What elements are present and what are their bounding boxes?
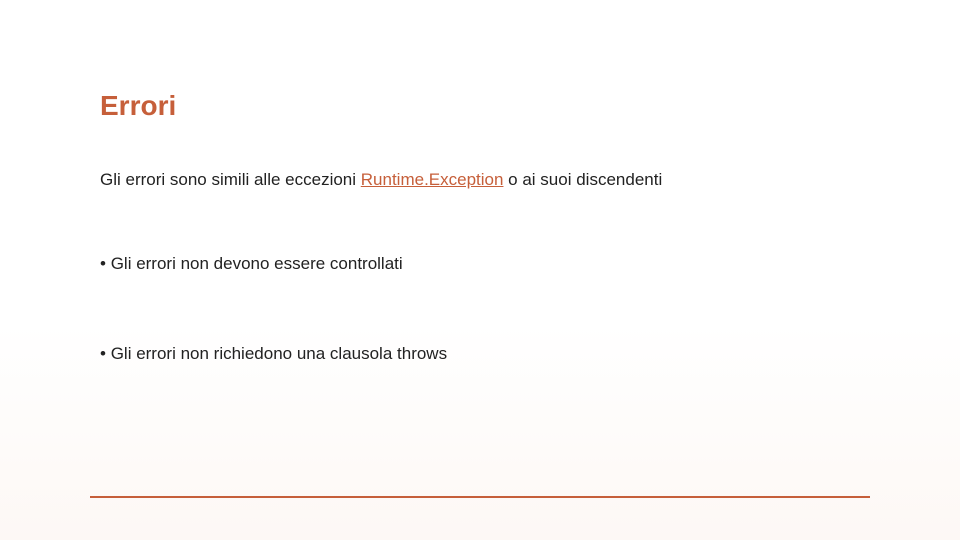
runtime-exception-link[interactable]: Runtime.Exception [361,170,504,189]
intro-text-before: Gli errori sono simili alle eccezioni [100,170,361,189]
intro-text-after: o ai suoi discendenti [503,170,662,189]
horizontal-rule [90,496,870,498]
slide-title: Errori [100,90,860,122]
bullet-item: Gli errori non devono essere controllati [100,254,860,274]
slide: Errori Gli errori sono simili alle eccez… [0,0,960,540]
bullet-item: Gli errori non richiedono una clausola t… [100,344,860,364]
intro-paragraph: Gli errori sono simili alle eccezioni Ru… [100,170,860,190]
